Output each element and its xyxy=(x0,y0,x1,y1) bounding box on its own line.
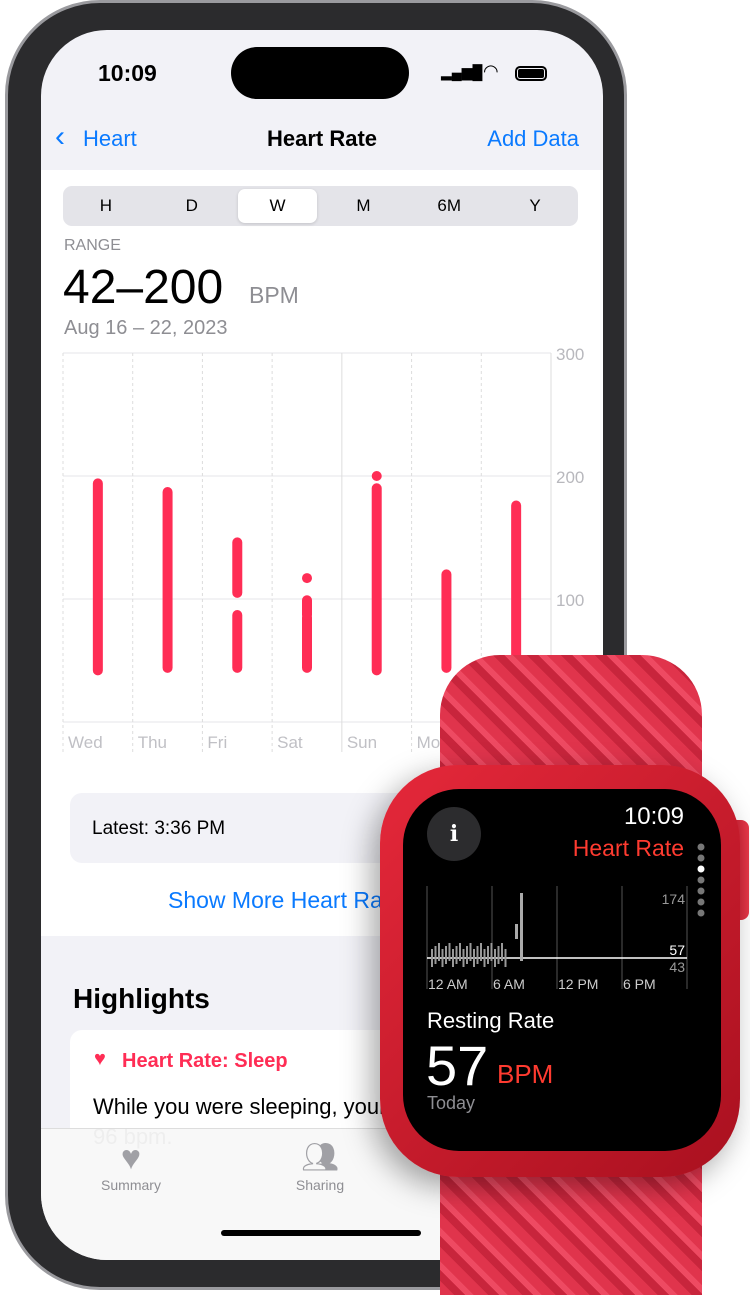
page-dot xyxy=(697,865,705,873)
page-dot xyxy=(697,909,705,917)
page-dot xyxy=(697,843,705,851)
watch-max-label: 174 xyxy=(662,891,686,907)
watch-current-label: 57 xyxy=(669,942,685,958)
watch-data-mark xyxy=(494,949,496,967)
watch-x-label: 12 AM xyxy=(428,976,468,992)
x-tick-label: Sun xyxy=(347,733,377,752)
watch-data-mark xyxy=(504,949,507,967)
watch-data-mark xyxy=(473,949,475,967)
y-tick-label: 200 xyxy=(556,468,584,487)
watch-data-mark xyxy=(480,943,482,961)
watch-data-mark xyxy=(441,949,444,967)
watch-data-mark xyxy=(515,924,518,939)
watch-data-mark xyxy=(501,943,503,961)
watch-data-mark xyxy=(445,946,447,964)
watch-data-mark xyxy=(469,943,472,961)
x-tick-label: Sat xyxy=(277,733,303,752)
x-tick-label: Fri xyxy=(207,733,227,752)
page-dot xyxy=(697,898,705,906)
tab-summary[interactable]: ♥ Summary xyxy=(81,1139,181,1193)
y-tick-label: 100 xyxy=(556,591,584,610)
resting-rate-unit: BPM xyxy=(497,1059,554,1089)
tab-summary-label: Summary xyxy=(101,1177,161,1193)
watch-data-mark xyxy=(434,946,437,964)
resting-rate-value: 57 xyxy=(426,1034,489,1097)
x-tick-label: Thu xyxy=(138,733,167,752)
page-dot xyxy=(697,854,705,862)
watch-x-label: 6 PM xyxy=(623,976,656,992)
watch-data-mark xyxy=(459,943,461,961)
watch-screen: i 10:09 Heart Rate 174 57 43 12 AM 6 AM 12 PM… xyxy=(403,789,721,1151)
highlights-title: Highlights xyxy=(73,983,210,1014)
resting-rate-when: Today xyxy=(427,1093,476,1113)
watch-data-mark xyxy=(483,949,486,967)
watch-data-mark xyxy=(438,943,440,961)
page-dot xyxy=(697,876,705,884)
x-tick-label: Wed xyxy=(68,733,103,752)
latest-label: Latest: 3:36 PM xyxy=(92,818,226,839)
heart-icon: ♥ xyxy=(94,1048,106,1070)
watch-data-mark xyxy=(497,946,500,964)
y-tick-label: 300 xyxy=(556,345,584,364)
highlight-card-title: Heart Rate: Sleep xyxy=(122,1050,288,1072)
watch-data-mark xyxy=(448,943,451,961)
watch-data-mark xyxy=(487,946,489,964)
watch-data-mark xyxy=(462,949,465,967)
watch-data-mark xyxy=(490,943,493,961)
watch-data-mark xyxy=(476,946,479,964)
watch-data-mark xyxy=(455,946,458,964)
heart-icon: ♥ xyxy=(120,1139,142,1177)
watch-x-label: 6 AM xyxy=(493,976,525,992)
watch-x-label: 12 PM xyxy=(558,976,598,992)
watch-data-mark xyxy=(520,893,523,961)
watch-data-mark xyxy=(431,949,433,967)
tab-sharing[interactable]: 👥︎ Sharing xyxy=(270,1139,370,1193)
watch-data-mark xyxy=(466,946,468,964)
watch-data-mark xyxy=(452,949,454,967)
apple-watch: i 10:09 Heart Rate 174 57 43 12 AM 6 AM 12 PM… xyxy=(380,765,740,1177)
watch-min-label: 43 xyxy=(669,959,685,975)
people-icon: 👥︎ xyxy=(300,1141,340,1174)
home-indicator[interactable] xyxy=(221,1230,421,1236)
watch-heart-rate-chart: 174 5743 12 AM 6 AM 12 PM 6 PM xyxy=(426,843,705,992)
tab-sharing-label: Sharing xyxy=(295,1177,345,1193)
page-dot xyxy=(697,887,705,895)
resting-rate-label: Resting Rate xyxy=(427,1008,555,1033)
